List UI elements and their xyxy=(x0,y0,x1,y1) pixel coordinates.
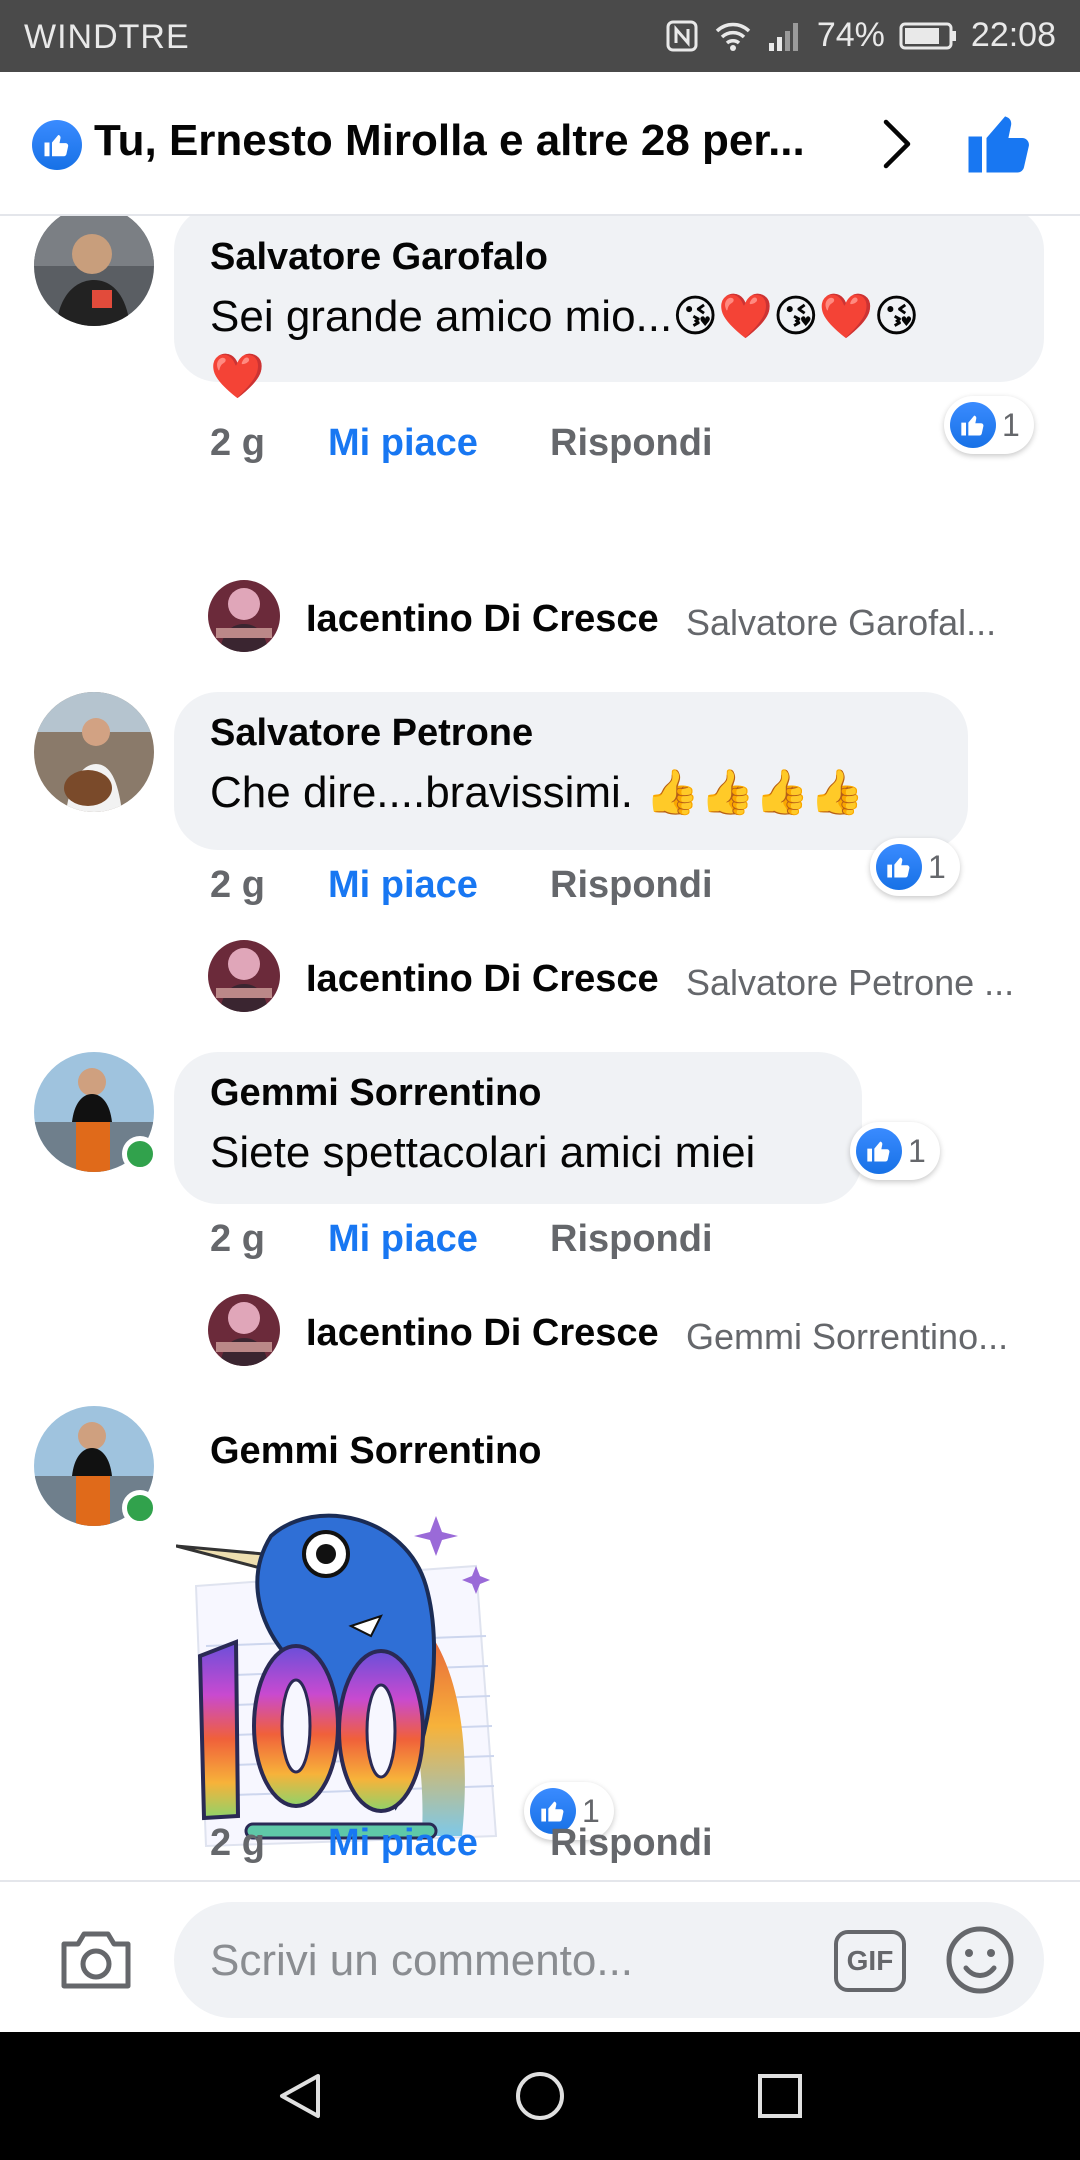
comments-list: Salvatore Garofalo Sei grande amico mio.… xyxy=(0,216,1080,1880)
home-icon[interactable] xyxy=(514,2070,566,2122)
reactions-summary-title[interactable]: Tu, Ernesto Mirolla e altre 28 per... xyxy=(94,116,834,166)
reply-preview-row[interactable]: Iacentino Di Cresce Gemmi Sorrentino... xyxy=(208,1294,1048,1374)
comment-text: Sei grande amico mio...😘❤️😘❤️😘❤️ xyxy=(210,292,920,401)
reaction-number: 1 xyxy=(1002,406,1020,443)
reaction-count[interactable]: 1 xyxy=(870,838,960,896)
reply-author: Iacentino Di Cresce xyxy=(306,958,659,1000)
signal-icon xyxy=(768,22,798,51)
comment-bubble: Salvatore Petrone Che dire....bravissimi… xyxy=(174,692,968,850)
avatar[interactable] xyxy=(208,1294,280,1366)
sheet-header: Tu, Ernesto Mirolla e altre 28 per... xyxy=(0,72,1080,216)
reply-text-preview: Salvatore Garofal... xyxy=(686,602,997,643)
back-icon[interactable] xyxy=(274,2070,326,2122)
like-reaction-icon xyxy=(32,120,82,170)
comment-composer: Scrivi un commento... GIF xyxy=(0,1880,1080,2032)
reactions-comments-sheet: Tu, Ernesto Mirolla e altre 28 per... Sa… xyxy=(0,72,1080,2032)
reaction-count[interactable]: 1 xyxy=(850,1122,940,1180)
comment-time: 2 g xyxy=(210,1822,265,1864)
avatar[interactable] xyxy=(34,216,154,326)
reply-author: Iacentino Di Cresce xyxy=(306,1312,659,1354)
comment-author[interactable]: Salvatore Garofalo xyxy=(210,236,1008,279)
reply-author: Iacentino Di Cresce xyxy=(306,598,659,640)
like-button-icon[interactable] xyxy=(964,108,1036,180)
comment-time: 2 g xyxy=(210,1218,265,1260)
wifi-icon xyxy=(715,22,751,51)
reply-button[interactable]: Rispondi xyxy=(550,1822,713,1865)
chevron-right-icon[interactable] xyxy=(876,116,920,172)
like-comment-button[interactable]: Mi piace xyxy=(328,1822,478,1865)
reaction-count[interactable]: 1 xyxy=(944,396,1034,454)
comment-bubble: Gemmi Sorrentino Siete spettacolari amic… xyxy=(174,1052,862,1204)
like-reaction-icon xyxy=(856,1128,902,1174)
comment-input-placeholder: Scrivi un commento... xyxy=(210,1936,634,1985)
reply-button[interactable]: Rispondi xyxy=(550,422,713,465)
avatar[interactable] xyxy=(208,940,280,1012)
clock: 22:08 xyxy=(970,16,1056,54)
comment-time: 2 g xyxy=(210,422,265,464)
avatar[interactable] xyxy=(208,580,280,652)
reply-preview-row[interactable]: Iacentino Di Cresce Salvatore Garofal... xyxy=(208,580,1048,660)
system-navigation-bar xyxy=(0,2032,1080,2160)
online-status-dot xyxy=(122,1136,158,1172)
reply-text-preview: Salvatore Petrone ... xyxy=(686,962,1015,1003)
comment-author[interactable]: Gemmi Sorrentino xyxy=(210,1430,542,1473)
gif-button[interactable]: GIF xyxy=(834,1930,906,1992)
recents-icon[interactable] xyxy=(754,2070,806,2122)
comment-actions: 2 g Mi piace Rispondi xyxy=(210,1218,810,1268)
like-reaction-icon xyxy=(876,844,922,890)
reply-text-preview: Gemmi Sorrentino... xyxy=(686,1316,1009,1357)
reply-button[interactable]: Rispondi xyxy=(550,864,713,907)
carrier-label: WINDTRE xyxy=(24,18,190,56)
comment-text: Che dire....bravissimi. 👍👍👍👍 xyxy=(210,768,865,817)
emoji-icon[interactable] xyxy=(944,1924,1016,1996)
comment-actions: 2 g Mi piace Rispondi xyxy=(210,422,810,472)
reaction-number: 1 xyxy=(928,848,946,885)
like-reaction-icon xyxy=(950,402,996,448)
reply-button[interactable]: Rispondi xyxy=(550,1218,713,1261)
battery-icon xyxy=(899,22,956,49)
comment-actions: 2 g Mi piace Rispondi xyxy=(210,1822,810,1872)
like-comment-button[interactable]: Mi piace xyxy=(328,1218,478,1261)
sticker-narwhal-100[interactable] xyxy=(176,1506,516,1866)
comment-actions: 2 g Mi piace Rispondi xyxy=(210,864,810,914)
battery-percent: 74% xyxy=(816,16,885,54)
comment-bubble: Salvatore Garofalo Sei grande amico mio.… xyxy=(174,216,1044,401)
camera-icon[interactable] xyxy=(58,1926,134,1992)
comment-author[interactable]: Salvatore Petrone xyxy=(210,712,932,755)
nfc-icon xyxy=(666,20,698,51)
reply-preview-row[interactable]: Iacentino Di Cresce Salvatore Petrone ..… xyxy=(208,940,1048,1020)
comment-author[interactable]: Gemmi Sorrentino xyxy=(210,1072,826,1115)
status-bar: WINDTRE 74% 22:08 xyxy=(0,0,1080,72)
comment-time: 2 g xyxy=(210,864,265,906)
comment-input[interactable]: Scrivi un commento... GIF xyxy=(174,1902,1044,2018)
online-status-dot xyxy=(122,1490,158,1526)
like-comment-button[interactable]: Mi piace xyxy=(328,864,478,907)
comment-text: Siete spettacolari amici miei xyxy=(210,1128,756,1177)
like-comment-button[interactable]: Mi piace xyxy=(328,422,478,465)
avatar[interactable] xyxy=(34,692,154,812)
reaction-number: 1 xyxy=(908,1132,926,1169)
